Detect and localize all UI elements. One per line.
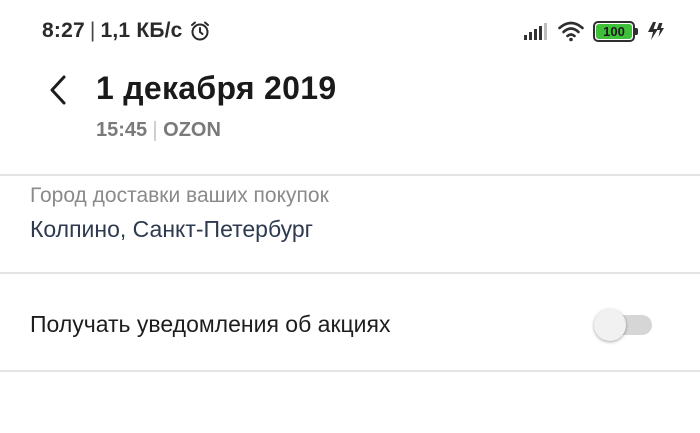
message-source: OZON <box>163 119 221 141</box>
status-bar: 8:27 | 1,1 КБ/с 100 <box>0 0 700 62</box>
charging-icon <box>644 20 666 42</box>
network-speed: 1,1 КБ/с <box>100 19 183 42</box>
alarm-icon <box>189 20 211 42</box>
page-title: 1 декабря 2019 <box>96 70 337 106</box>
message-time: 15:45 <box>96 119 148 141</box>
subtitle: 15:45 OZON <box>96 119 221 142</box>
status-separator: | <box>89 19 96 42</box>
promo-notifications-label: Получать уведомления об акциях <box>30 311 391 337</box>
status-left: 8:27 | 1,1 КБ/с <box>42 18 211 44</box>
battery-icon: 100 <box>593 20 638 42</box>
wifi-icon <box>558 20 584 42</box>
promo-notifications-row[interactable]: Получать уведомления об акциях <box>0 278 700 370</box>
divider <box>0 272 700 274</box>
promo-notifications-toggle[interactable] <box>594 309 652 341</box>
delivery-city-value[interactable]: Колпино, Санкт-Петербург <box>30 216 313 243</box>
chevron-left-icon <box>50 75 66 105</box>
divider <box>0 370 700 372</box>
delivery-city-label: Город доставки ваших покупок <box>30 184 329 207</box>
toggle-knob <box>594 309 626 341</box>
status-time: 8:27 <box>42 19 85 42</box>
subtitle-divider <box>154 120 157 141</box>
screen: 8:27 | 1,1 КБ/с 100 1 декабря 2019 15:45… <box>0 0 700 433</box>
battery-level: 100 <box>596 23 632 39</box>
back-button[interactable] <box>40 70 76 110</box>
status-right: 100 <box>523 18 666 44</box>
signal-icon <box>523 20 549 42</box>
divider <box>0 174 700 176</box>
